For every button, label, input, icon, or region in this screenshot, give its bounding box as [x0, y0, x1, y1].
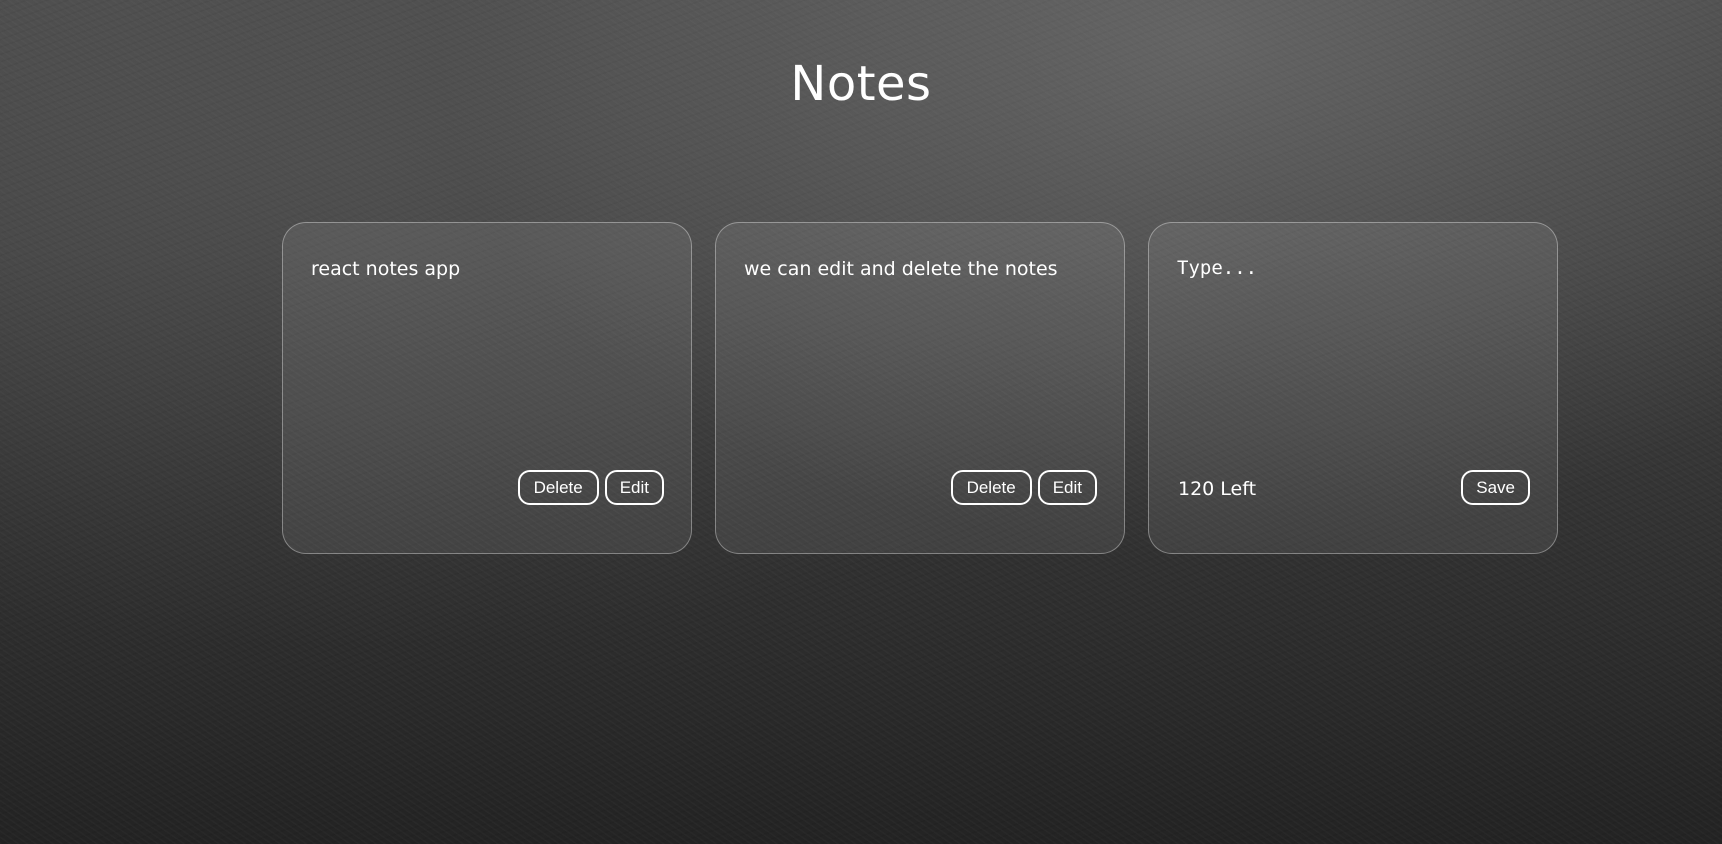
delete-note-button[interactable]: Delete [517, 470, 599, 505]
new-note-actions: Save [1461, 470, 1530, 505]
note-actions: Delete Edit [950, 470, 1097, 505]
notes-list: react notes app Delete Edit we can edit … [282, 222, 1558, 554]
note-text: we can edit and delete the notes [744, 258, 1058, 280]
new-note-card: 120 Left Save [1148, 222, 1558, 554]
new-note-input[interactable] [1177, 257, 1529, 427]
edit-note-button[interactable]: Edit [604, 470, 664, 505]
page-title: Notes [790, 56, 932, 112]
note-card: react notes app Delete Edit [282, 222, 692, 554]
character-counter: 120 Left [1178, 478, 1257, 500]
delete-note-button[interactable]: Delete [950, 470, 1032, 505]
save-note-button[interactable]: Save [1461, 470, 1530, 505]
note-actions: Delete Edit [517, 470, 664, 505]
note-card: we can edit and delete the notes Delete … [715, 222, 1125, 554]
edit-note-button[interactable]: Edit [1037, 470, 1097, 505]
note-text: react notes app [311, 258, 461, 280]
